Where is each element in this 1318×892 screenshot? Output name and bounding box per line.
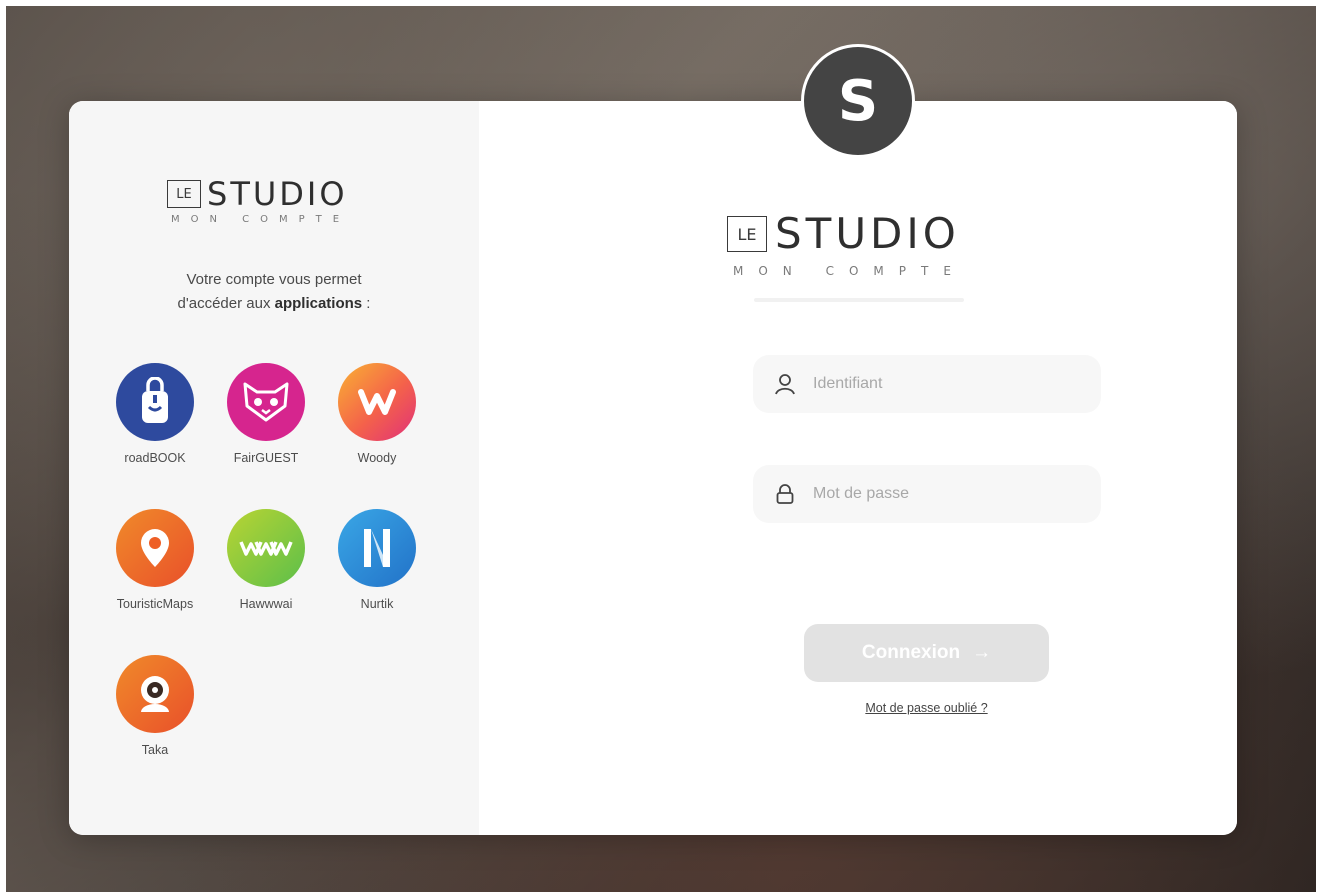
- hawwwai-icon: [227, 509, 305, 587]
- logo-le-box: LE: [727, 216, 767, 252]
- touristicmaps-icon: [116, 509, 194, 587]
- apps-panel: LE STUDIO MON COMPTE Votre compte vous p…: [69, 101, 479, 835]
- logo-le-box: LE: [167, 180, 201, 208]
- app-label: Woody: [357, 451, 397, 465]
- logo-studio-word: STUDIO: [775, 209, 960, 258]
- app-hawwwai[interactable]: Hawwwai: [210, 509, 322, 611]
- app-label: FairGUEST: [233, 451, 299, 465]
- password-field[interactable]: [753, 465, 1101, 523]
- intro-line-1: Votre compte vous permet: [186, 271, 362, 288]
- app-label: Nurtik: [360, 597, 394, 611]
- app-label: Hawwwai: [239, 597, 293, 611]
- apps-intro-text: Votre compte vous permet d'accéder aux a…: [129, 268, 419, 316]
- intro-line-2: d'accéder aux applications :: [177, 295, 371, 312]
- username-input[interactable]: [813, 375, 1073, 393]
- app-nurtik[interactable]: Nurtik: [321, 509, 433, 611]
- login-card: LE STUDIO MON COMPTE Votre compte vous p…: [69, 101, 1237, 835]
- logo-divider: [754, 298, 964, 302]
- app-label: Taka: [141, 743, 169, 757]
- fairguest-icon: [227, 363, 305, 441]
- app-taka[interactable]: Taka: [99, 655, 211, 757]
- forgot-password-link[interactable]: Mot de passe oublié ?: [799, 701, 1054, 715]
- app-avatar-badge: S: [801, 44, 915, 158]
- app-fairguest[interactable]: FairGUEST: [210, 363, 322, 465]
- user-icon: [773, 372, 797, 396]
- roadbook-icon: [116, 363, 194, 441]
- logo-subtitle: MON COMPTE: [733, 264, 966, 278]
- le-studio-logo-small: LE STUDIO MON COMPTE: [167, 175, 351, 225]
- lock-icon: [773, 482, 797, 506]
- app-roadbook[interactable]: roadBOOK: [99, 363, 211, 465]
- connexion-button[interactable]: Connexion →: [804, 624, 1049, 682]
- app-label: roadBOOK: [124, 451, 186, 465]
- le-studio-logo: LE STUDIO MON COMPTE: [727, 209, 966, 278]
- username-field[interactable]: [753, 355, 1101, 413]
- connexion-label: Connexion: [861, 642, 961, 663]
- woody-icon: [338, 363, 416, 441]
- avatar-letter: S: [837, 68, 879, 134]
- app-woody[interactable]: Woody: [321, 363, 433, 465]
- app-label: TouristicMaps: [116, 597, 194, 611]
- nurtik-icon: [338, 509, 416, 587]
- arrow-right-icon: →: [972, 642, 992, 663]
- login-panel: LE STUDIO MON COMPTE Identifiant Connexi…: [479, 101, 1237, 835]
- logo-studio-word: STUDIO: [207, 175, 348, 213]
- password-input[interactable]: [813, 485, 1073, 503]
- logo-subtitle: MON COMPTE: [171, 214, 351, 225]
- taka-icon: [116, 655, 194, 733]
- app-touristicmaps[interactable]: TouristicMaps: [99, 509, 211, 611]
